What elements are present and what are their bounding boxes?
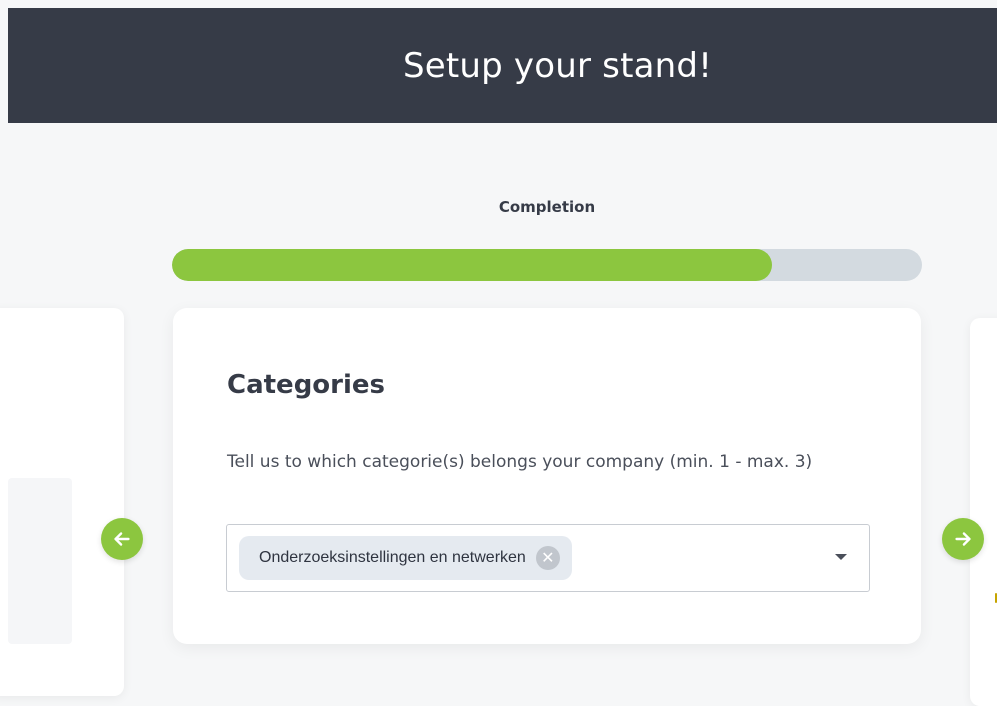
card-title: Categories [227, 370, 386, 400]
selected-category-chip: Onderzoeksinstellingen en netwerken ✕ [239, 536, 572, 580]
remove-chip-icon[interactable]: ✕ [535, 546, 560, 570]
arrow-right-icon [955, 532, 971, 546]
selected-category-label: Onderzoeksinstellingen en netwerken [259, 549, 526, 566]
header-bar: Setup your stand! [8, 8, 997, 123]
progress-bar [172, 249, 922, 281]
previous-step-button[interactable] [101, 518, 143, 560]
page-title: Setup your stand! [402, 45, 713, 86]
previous-card-content [8, 478, 72, 644]
progress-label: Completion [498, 198, 596, 216]
categories-card: Categories Tell us to which categorie(s)… [173, 308, 921, 644]
next-card-peek [970, 318, 997, 706]
progress-bar-fill [172, 249, 772, 281]
next-step-button[interactable] [942, 518, 984, 560]
category-select[interactable]: Onderzoeksinstellingen en netwerken ✕ [226, 524, 870, 592]
card-description: Tell us to which categorie(s) belongs yo… [227, 452, 813, 472]
chevron-down-icon[interactable] [835, 554, 847, 560]
arrow-left-icon [114, 532, 130, 546]
